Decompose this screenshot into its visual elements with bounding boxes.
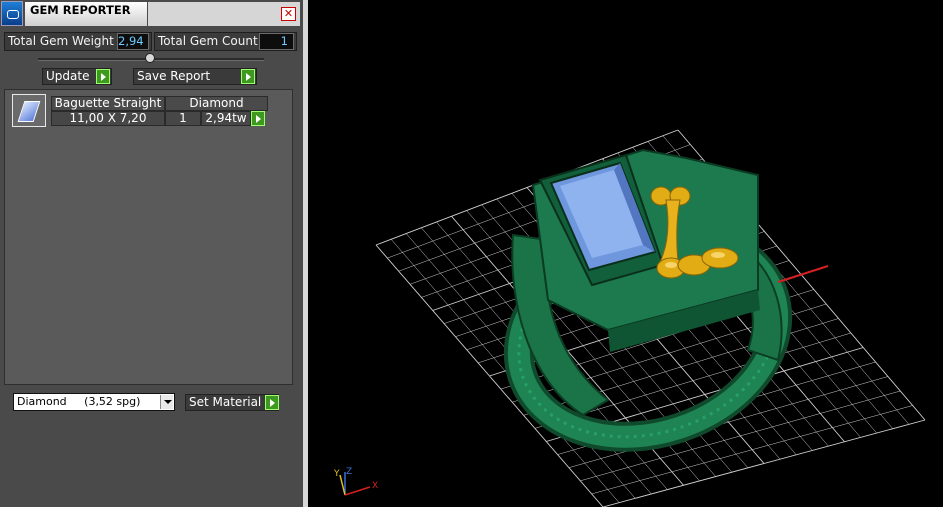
close-icon[interactable]: ✕ (281, 7, 296, 21)
total-gem-count-row: Total Gem Count 1 (154, 32, 297, 51)
total-gem-weight-label: Total Gem Weight (8, 34, 114, 48)
update-button-label: Update (46, 69, 90, 83)
size-slider-handle[interactable] (145, 53, 155, 63)
gem-material-cell[interactable]: Diamond (165, 96, 268, 111)
update-go-icon[interactable] (96, 69, 110, 84)
viewport-canvas[interactable] (308, 0, 943, 507)
gem-list: Baguette Straight Diamond 11,00 X 7,20 1… (4, 89, 293, 385)
panel-titlebar: GEM REPORTER ✕ (0, 0, 303, 27)
axis-z-label: Z (346, 467, 353, 477)
set-material-go-icon[interactable] (265, 395, 279, 410)
gem-row-go-icon[interactable] (251, 111, 265, 126)
axis-x-label: X (372, 481, 379, 491)
gem-shape-cell[interactable]: Baguette Straight (51, 96, 165, 111)
baguette-gem-icon[interactable] (12, 94, 46, 127)
chevron-down-icon[interactable] (160, 395, 173, 409)
x-axis-line (777, 265, 829, 283)
total-gem-count-value: 1 (259, 33, 294, 50)
total-gem-weight-row: Total Gem Weight 2,94 (4, 32, 152, 51)
set-material-button-label: Set Material (189, 395, 262, 409)
titlebar-background (148, 2, 300, 26)
total-gem-count-label: Total Gem Count (158, 34, 258, 48)
gem-count-cell[interactable]: 1 (165, 111, 201, 126)
gem-weight-cell[interactable]: 2,94tw (201, 111, 251, 126)
panel-title: GEM REPORTER (25, 2, 147, 26)
3d-viewport[interactable]: Y Z X (308, 0, 943, 507)
material-select[interactable]: Diamond (3,52 spg) (13, 393, 175, 411)
app-icon (1, 1, 23, 26)
save-report-button[interactable]: Save Report (133, 68, 257, 85)
gem-size-cell[interactable]: 11,00 X 7,20 (51, 111, 165, 126)
gem-reporter-panel: GEM REPORTER ✕ Total Gem Weight 2,94 Tot… (0, 0, 303, 507)
axis-y-label: Y (334, 469, 340, 479)
material-select-value: Diamond (3,52 spg) (17, 395, 141, 408)
total-gem-weight-value: 2,94 (117, 33, 149, 50)
ring-model[interactable] (492, 148, 804, 469)
save-report-go-icon[interactable] (241, 69, 255, 84)
save-report-button-label: Save Report (137, 69, 211, 83)
set-material-button[interactable]: Set Material (185, 394, 279, 411)
update-button[interactable]: Update (42, 68, 112, 85)
axis-gizmo (339, 472, 371, 496)
